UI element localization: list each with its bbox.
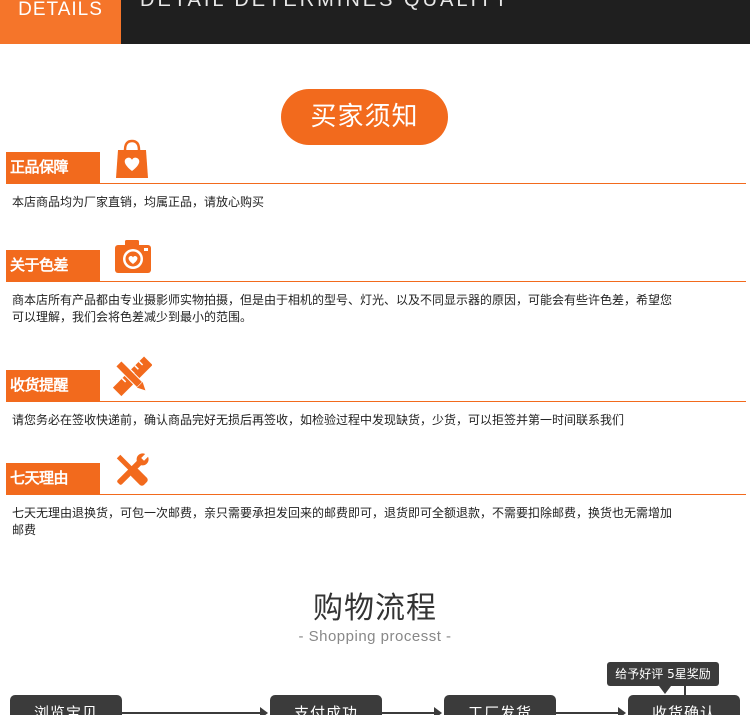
step-arrow (382, 707, 442, 715)
notice-title: 买家须知 (281, 89, 448, 145)
section-label: 收货提醒 (6, 370, 100, 401)
section-text: 本店商品均为厂家直销，均属正品，请放心购买 (12, 195, 265, 209)
step-arrow (556, 707, 626, 715)
section-text: 商本店所有产品都由专业摄影师实物拍摄，但是由于相机的型号、灯光、以及不同显示器的… (12, 293, 673, 324)
wrench-screwdriver-icon (116, 453, 149, 486)
section-divider (6, 401, 746, 402)
section-label: 七天理由 (6, 463, 100, 494)
section-label: 正品保障 (6, 152, 100, 183)
step-confirm-receipt: 收货确认 (628, 695, 740, 715)
pencil-ruler-icon (112, 356, 152, 397)
step-shipping: 工厂发货 (444, 695, 556, 715)
details-tag: DETAILS (0, 0, 121, 44)
section-divider (6, 281, 746, 282)
banner-slogan: DETAIL DETERMINES QUALITY (140, 0, 511, 11)
section-divider (6, 494, 746, 495)
step-arrow (122, 707, 268, 715)
step-browse: 浏览宝贝 (10, 695, 122, 715)
top-banner: DETAILS DETAIL DETERMINES QUALITY (0, 0, 750, 44)
section-text: 七天无理由退换货，可包一次邮费，亲只需要承担发回来的邮费即可，退货即可全额退款，… (12, 506, 673, 537)
shopping-bag-heart-icon (116, 139, 148, 178)
section-text: 请您务必在签收快递前，确认商品完好无损后再签收，如检验过程中发现缺货，少货，可以… (12, 413, 625, 427)
review-reward-bubble: 给予好评 5星奖励 (607, 662, 719, 694)
camera-heart-icon (115, 240, 151, 273)
step-payment: 支付成功 (270, 695, 382, 715)
section-divider (6, 183, 746, 184)
flow-subtitle: - Shopping processt - (298, 628, 452, 645)
section-label: 关于色差 (6, 250, 100, 281)
flow-title: 购物流程 (313, 591, 437, 626)
